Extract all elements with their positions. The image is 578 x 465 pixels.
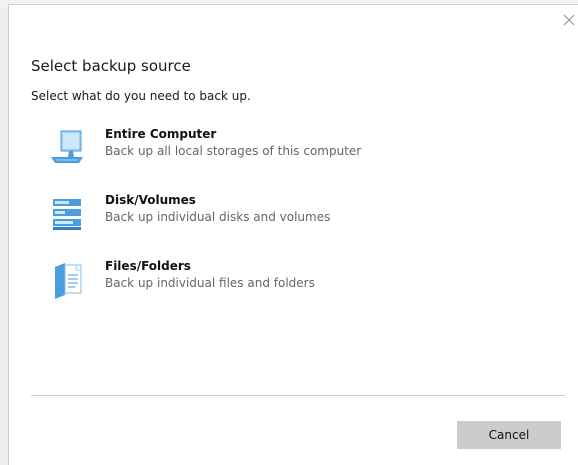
disk-volumes-icon: [53, 199, 81, 230]
option-title-disk-volumes: Disk/Volumes: [105, 193, 196, 207]
option-title-files-folders: Files/Folders: [105, 259, 191, 273]
close-icon[interactable]: [562, 13, 576, 27]
option-desc-entire-computer: Back up all local storages of this compu…: [105, 144, 362, 158]
dialog-title: Select backup source: [31, 57, 191, 75]
files-folders-icon: [55, 263, 82, 299]
backup-source-dialog: Select backup source Select what do you …: [8, 4, 578, 465]
option-desc-disk-volumes: Back up individual disks and volumes: [105, 210, 331, 224]
option-entire-computer[interactable]: Entire Computer Back up all local storag…: [47, 127, 467, 171]
option-title-entire-computer: Entire Computer: [105, 127, 217, 141]
option-desc-files-folders: Back up individual files and folders: [105, 276, 315, 290]
option-disk-volumes[interactable]: Disk/Volumes Back up individual disks an…: [47, 193, 467, 237]
dialog-subtitle: Select what do you need to back up.: [31, 89, 251, 103]
computer-icon: [51, 130, 83, 163]
footer-divider: [31, 395, 565, 396]
option-files-folders[interactable]: Files/Folders Back up individual files a…: [47, 259, 467, 303]
cancel-button[interactable]: Cancel: [457, 421, 561, 449]
